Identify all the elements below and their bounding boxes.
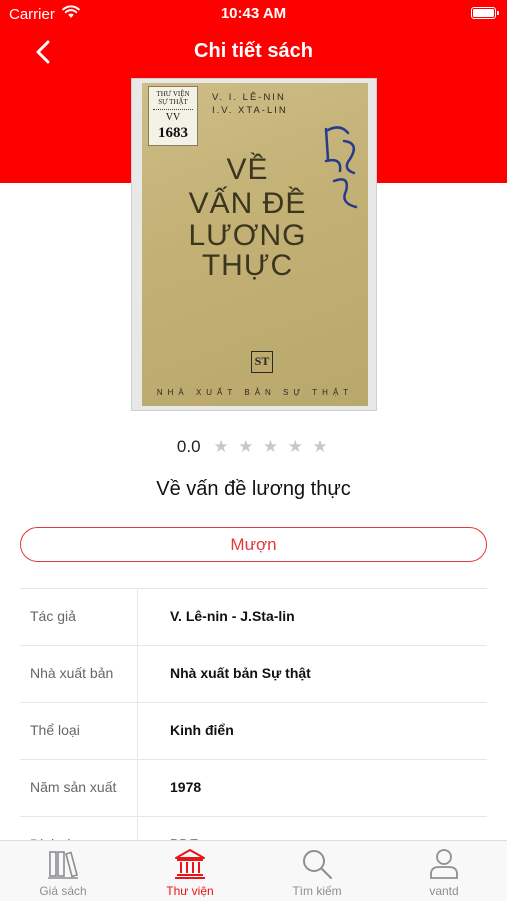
- library-stamp: THƯ VIỆN SỰ THẬT VV 1683: [148, 86, 198, 146]
- detail-row-genre: Thể loại Kinh điển: [20, 702, 487, 759]
- book-cover-image: THƯ VIỆN SỰ THẬT VV 1683 V. I. LÊ-NIN I.…: [142, 83, 368, 406]
- stamp-line: THƯ VIỆN: [156, 90, 190, 98]
- borrow-button[interactable]: Mượn: [20, 527, 487, 562]
- detail-label: Nhà xuất bản: [30, 665, 114, 681]
- book-title: Về vấn đề lương thực: [156, 478, 351, 500]
- tab-bar: Giá sách Thư viện Tìm kiếm vantd: [0, 840, 507, 901]
- tab-search[interactable]: Tìm kiếm: [254, 841, 380, 901]
- rating: 0.0 ★ ★ ★ ★ ★: [0, 437, 507, 457]
- publisher-logo: ST: [251, 351, 273, 373]
- detail-label: Thể loại: [30, 722, 80, 738]
- detail-row-year: Năm sản xuất 1978: [20, 759, 487, 816]
- cover-title: VẤN ĐỀ: [188, 187, 307, 220]
- tab-profile[interactable]: vantd: [381, 841, 507, 901]
- book-cover: THƯ VIỆN SỰ THẬT VV 1683 V. I. LÊ-NIN I.…: [131, 78, 377, 411]
- cover-authors: V. I. LÊ-NIN I.V. XTA-LIN: [212, 91, 288, 117]
- star-icon[interactable]: ★: [312, 437, 327, 457]
- tab-bookshelf[interactable]: Giá sách: [0, 841, 126, 901]
- detail-value: Nhà xuất bản Sự thật: [170, 665, 311, 681]
- star-icon[interactable]: ★: [214, 437, 229, 457]
- stamp-line: SỰ THẬT: [158, 98, 188, 106]
- search-icon: [303, 850, 332, 879]
- stamp-vv: VV: [165, 112, 181, 123]
- tab-label: vantd: [429, 884, 459, 898]
- cover-author: V. I. LÊ-NIN: [212, 92, 286, 103]
- star-icon[interactable]: ★: [238, 437, 253, 457]
- status-bar: Carrier 10:43 AM: [0, 0, 507, 28]
- star-icon[interactable]: ★: [263, 437, 278, 457]
- cover-title: VỀ: [226, 153, 269, 186]
- cover-title: LƯƠNG: [188, 219, 307, 252]
- battery-icon: [471, 7, 499, 19]
- library-icon: [175, 849, 205, 879]
- tab-library[interactable]: Thư viện: [127, 841, 253, 901]
- detail-value: 1978: [170, 779, 202, 795]
- detail-value: V. Lê-nin - J.Sta-lin: [170, 608, 295, 624]
- tab-label: Thư viện: [166, 884, 214, 898]
- rating-value: 0.0: [176, 437, 201, 456]
- detail-row-publisher: Nhà xuất bản Nhà xuất bản Sự thật: [20, 645, 487, 702]
- detail-row-author: Tác giả V. Lê-nin - J.Sta-lin: [20, 588, 487, 645]
- page-title: Chi tiết sách: [194, 40, 313, 62]
- clock: 10:43 AM: [220, 5, 287, 22]
- star-icon[interactable]: ★: [288, 437, 303, 457]
- detail-label: Năm sản xuất: [30, 779, 117, 795]
- cover-publisher: NHÀ XUẤT BẢN SỰ THẬT: [156, 388, 354, 397]
- tab-label: Tìm kiếm: [292, 884, 342, 898]
- cover-author: I.V. XTA-LIN: [212, 105, 288, 116]
- user-icon: [430, 849, 458, 879]
- tab-label: Giá sách: [39, 884, 87, 898]
- bookshelf-icon: [48, 851, 78, 879]
- cover-title: THỰC: [201, 249, 294, 282]
- detail-label: Tác giả: [30, 608, 76, 624]
- stamp-number: 1683: [158, 125, 188, 141]
- detail-value: Kinh điển: [170, 722, 234, 738]
- book-details-table: Tác giả V. Lê-nin - J.Sta-lin Nhà xuất b…: [20, 588, 487, 873]
